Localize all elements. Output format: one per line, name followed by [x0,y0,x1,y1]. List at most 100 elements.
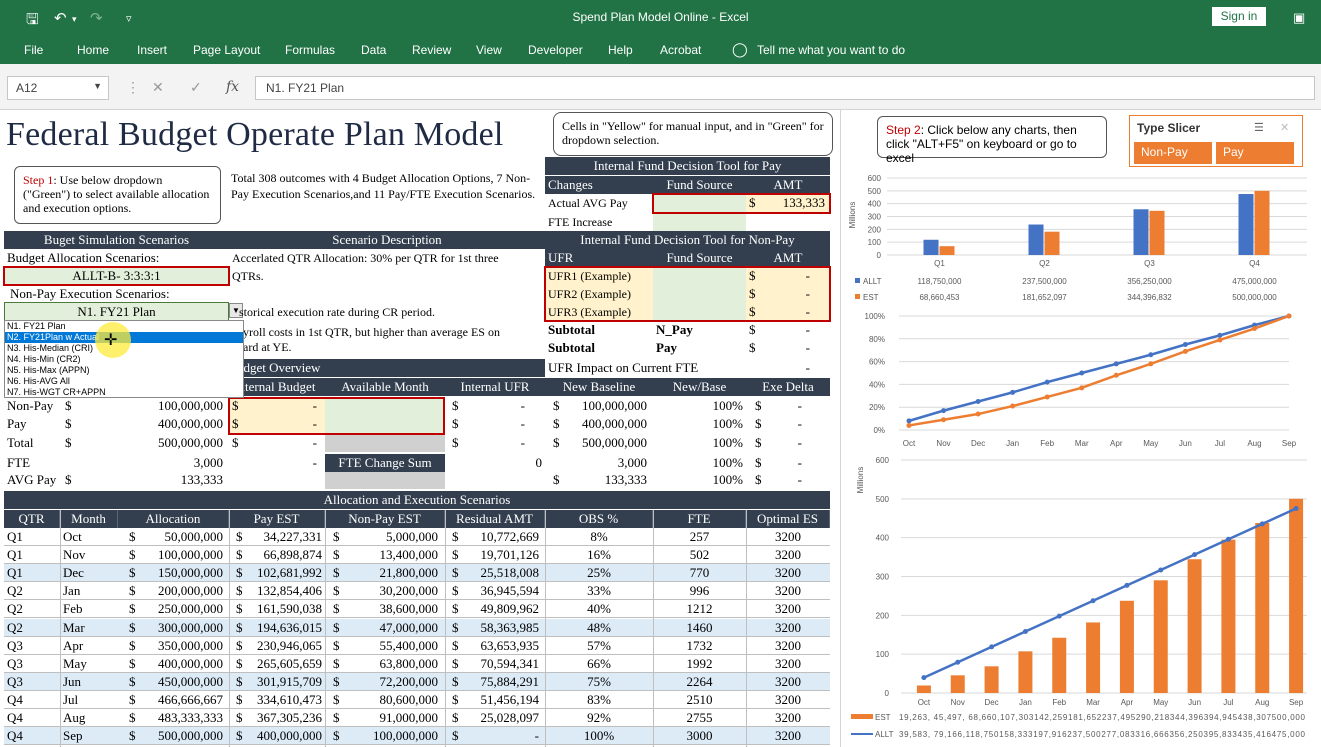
allocation-cell: 250,000,000 [158,601,223,617]
y-tick-label: 600 [868,174,882,183]
nonpay-est-cell: 13,400,000 [379,547,439,563]
x-tick-label: Q4 [1249,259,1260,268]
bar [1221,539,1236,693]
formula-input[interactable]: N1. FY21 Plan [255,76,1315,100]
alloc-scenario-select[interactable]: ALLT-B- 3:3:3:1 [4,267,229,285]
name-box[interactable]: A12 ▼ [7,76,109,100]
tab-home[interactable]: Home [77,43,109,57]
ribbon-tabs: File Home Insert Page Layout Formulas Da… [0,36,1321,64]
x-tick-label: May [1143,439,1158,448]
actual-avg-pay-value: 133,333 [782,195,825,210]
nonpay-est-cell: 5,000,000 [386,529,438,544]
alloc-col-header: Allocation [118,510,229,528]
actual-avg-pay-amt-cell[interactable]: $133,333 [746,194,830,212]
nonpay-tool-title: Internal Fund Decision Tool for Non-Pay [545,231,830,249]
ufr3-amt-cell[interactable]: $ - [746,303,830,321]
x-tick-label: Aug [1255,698,1269,707]
fte-cell: 996 [689,583,710,599]
charts-svg[interactable]: 0 100 200 300 400 500 600 Millions Q1 Q2 Q3 Q4 ALLT 1… [841,110,1321,747]
data-label: 356,250,000 [1127,277,1172,286]
pay-est-cell: 367,305,236 [257,710,322,725]
ufr2-fund-cell[interactable] [653,285,746,303]
overview-col-delta: Exe Delta [746,378,830,396]
overview-row-value: 400,000,000 [158,416,223,431]
grid-line [746,510,747,747]
x-tick-label: Nov [951,698,965,707]
pay-est-cell: 132,854,406 [257,583,322,599]
x-tick-label: Apr [1121,698,1134,707]
tab-view[interactable]: View [476,43,502,57]
tab-review[interactable]: Review [412,43,451,57]
series-point [1010,403,1016,409]
series-point [955,659,961,665]
subtotal-pay-type: Pay [656,340,677,355]
overview-row-value: 500,000,000 [158,435,223,450]
overview-baseline-value: 400,000,000 [582,416,647,431]
worksheet[interactable]: Federal Budget Operate Plan Model Cells … [0,110,840,747]
dropdown-option[interactable]: N5. His-Max (APPN) [5,365,243,376]
overview-ext-value: - [312,455,317,470]
qtr-cell: Q2 [7,583,23,599]
tab-insert[interactable]: Insert [137,43,167,57]
fte-increase-fund-cell[interactable] [653,213,746,231]
ufr2-amt-cell[interactable]: $ - [746,285,830,303]
desc-line-5: ard at YE. [243,340,292,354]
series-line [923,507,1297,679]
bar [1018,651,1033,693]
sign-in-button[interactable]: Sign in [1212,7,1266,26]
nonpay-est-cell: 38,600,000 [379,601,439,617]
overview-ext-value: - [312,398,317,413]
tab-help[interactable]: Help [608,43,633,57]
overview-ufr-value: 0 [535,455,543,470]
legend-swatch [855,278,860,283]
ufr1-fund-cell[interactable] [653,267,746,285]
y-tick-label: 100 [876,650,890,659]
tab-acrobat[interactable]: Acrobat [660,43,701,57]
tell-me-input[interactable]: Tell me what you want to do [757,43,905,57]
ufr2-label[interactable]: UFR2 (Example) [545,285,653,303]
dropdown-option[interactable]: N6. His-AVG All [5,376,243,387]
residual-cell: - [534,728,539,744]
ufr1-amt-cell[interactable]: $ - [746,267,830,285]
tab-formulas[interactable]: Formulas [285,43,335,57]
dropdown-option[interactable]: N7. His-WGT CR+APPN [5,387,243,398]
tab-file[interactable]: File [24,43,43,57]
subtotal-pay-amt: $ - [746,339,830,357]
ufr1-label[interactable]: UFR1 (Example) [545,267,653,285]
nonpay-col-ufr: UFR [545,249,653,267]
series-point [1056,613,1062,619]
available-month-cell [325,415,445,433]
qtr-cell: Q3 [7,655,23,671]
optimal-es-cell: 3200 [775,691,801,707]
exec-scenario-select[interactable]: N1. FY21 Plan [4,302,229,322]
chevron-down-icon[interactable]: ▼ [93,81,102,91]
legend-label: ALLT [875,730,894,739]
subtotal-pay-label: Subtotal [548,340,595,355]
month-cell: Jul [63,691,79,707]
overview-ext-value: - [312,435,317,450]
residual-cell: 51,456,194 [480,691,540,707]
enter-icon[interactable]: ✓ [190,79,202,96]
series-point [1079,370,1085,376]
series-point [1192,552,1198,558]
ufr3-value: - [805,304,810,319]
ufr3-fund-cell[interactable] [653,303,746,321]
page-title: Federal Budget Operate Plan Model [6,116,504,153]
name-box-value: A12 [16,81,38,95]
ufr3-label[interactable]: UFR3 (Example) [545,303,653,321]
pay-tool-col-changes: Changes [545,176,653,194]
tab-data[interactable]: Data [361,43,386,57]
qtr-cell: Q4 [7,691,23,707]
x-tick-label: Feb [1040,439,1054,448]
actual-avg-pay-fund-cell[interactable] [653,194,746,212]
ribbon-display-options-icon[interactable]: ▣ [1293,10,1305,26]
insert-function-icon[interactable]: fx [226,79,239,95]
cancel-icon[interactable]: ✕ [152,79,164,96]
overview-delta-value: - [797,472,802,487]
tab-page-layout[interactable]: Page Layout [193,43,260,57]
tab-developer[interactable]: Developer [528,43,583,57]
pay-est-cell: 334,610,473 [257,691,322,707]
grid-line [545,510,546,747]
overview-delta-value: - [797,416,802,431]
dropdown-option[interactable]: N4. His-Min (CR2) [5,354,243,365]
